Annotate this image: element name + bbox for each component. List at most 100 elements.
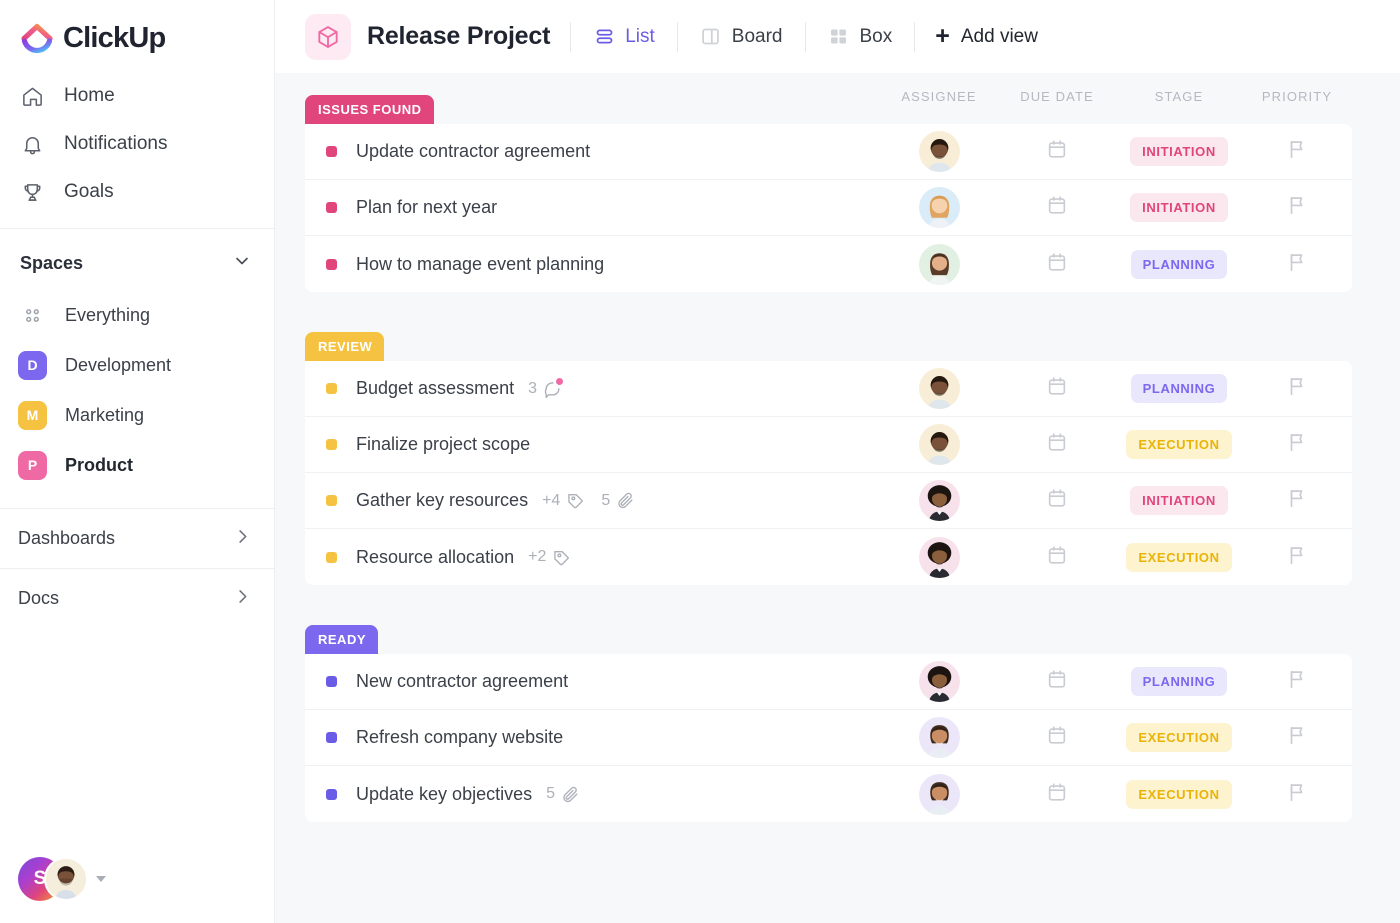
group-status-tag[interactable]: REVIEW — [305, 332, 384, 361]
task-main[interactable]: Plan for next year — [305, 197, 880, 218]
calendar-icon[interactable] — [1046, 668, 1068, 695]
table-row[interactable]: Budget assessment 3 — [305, 361, 1352, 417]
stage-cell[interactable]: PLANNING — [1116, 374, 1242, 403]
task-main[interactable]: Refresh company website — [305, 727, 880, 748]
attachment-count[interactable]: 5 — [601, 491, 635, 510]
avatar[interactable] — [919, 424, 960, 465]
table-row[interactable]: Update contractor agreement — [305, 124, 1352, 180]
avatar[interactable] — [919, 480, 960, 521]
status-badge[interactable]: EXECUTION — [1126, 723, 1231, 752]
assignee-cell[interactable] — [880, 717, 998, 758]
status-badge[interactable]: PLANNING — [1131, 250, 1228, 279]
avatar[interactable] — [919, 131, 960, 172]
status-badge[interactable]: EXECUTION — [1126, 543, 1231, 572]
table-row[interactable]: Finalize project scope — [305, 417, 1352, 473]
status-dot[interactable] — [326, 383, 337, 394]
due-date-cell[interactable] — [998, 668, 1116, 695]
chevron-down-icon[interactable] — [232, 251, 252, 276]
avatar[interactable] — [919, 537, 960, 578]
assignee-cell[interactable] — [880, 244, 998, 285]
due-date-cell[interactable] — [998, 375, 1116, 402]
attachment-count[interactable]: 5 — [546, 785, 580, 804]
status-badge[interactable]: EXECUTION — [1126, 430, 1231, 459]
stage-cell[interactable]: INITIATION — [1116, 137, 1242, 166]
status-dot[interactable] — [326, 789, 337, 800]
due-date-cell[interactable] — [998, 251, 1116, 278]
task-main[interactable]: Resource allocation +2 — [305, 547, 880, 568]
tab-board[interactable]: Board — [698, 22, 785, 52]
task-main[interactable]: Update contractor agreement — [305, 141, 880, 162]
status-dot[interactable] — [326, 202, 337, 213]
tab-list[interactable]: List — [591, 22, 657, 52]
calendar-icon[interactable] — [1046, 138, 1068, 165]
status-badge[interactable]: INITIATION — [1130, 193, 1228, 222]
stage-cell[interactable]: INITIATION — [1116, 193, 1242, 222]
assignee-cell[interactable] — [880, 537, 998, 578]
calendar-icon[interactable] — [1046, 544, 1068, 571]
due-date-cell[interactable] — [998, 724, 1116, 751]
status-badge[interactable]: PLANNING — [1131, 374, 1228, 403]
stage-cell[interactable]: EXECUTION — [1116, 430, 1242, 459]
sidebar-item-development[interactable]: D Development — [0, 340, 274, 390]
task-main[interactable]: Gather key resources +4 5 — [305, 490, 880, 511]
calendar-icon[interactable] — [1046, 487, 1068, 514]
flag-icon[interactable] — [1286, 431, 1308, 458]
priority-cell[interactable] — [1242, 138, 1352, 165]
table-row[interactable]: Gather key resources +4 5 — [305, 473, 1352, 529]
caret-down-icon[interactable] — [96, 876, 106, 882]
status-badge[interactable]: PLANNING — [1131, 667, 1228, 696]
status-badge[interactable]: INITIATION — [1130, 137, 1228, 166]
calendar-icon[interactable] — [1046, 724, 1068, 751]
tag-count[interactable]: +4 — [542, 491, 585, 510]
due-date-cell[interactable] — [998, 544, 1116, 571]
spaces-header[interactable]: Spaces — [0, 229, 274, 290]
assignee-cell[interactable] — [880, 187, 998, 228]
sidebar-item-everything[interactable]: Everything — [0, 290, 274, 340]
sidebar-item-product[interactable]: P Product — [0, 440, 274, 490]
task-main[interactable]: Budget assessment 3 — [305, 378, 880, 399]
table-row[interactable]: New contractor agreement — [305, 654, 1352, 710]
assignee-cell[interactable] — [880, 131, 998, 172]
due-date-cell[interactable] — [998, 781, 1116, 808]
assignee-cell[interactable] — [880, 774, 998, 815]
avatar[interactable] — [44, 857, 88, 901]
status-badge[interactable]: EXECUTION — [1126, 780, 1231, 809]
assignee-cell[interactable] — [880, 424, 998, 465]
status-dot[interactable] — [326, 259, 337, 270]
chevron-right-icon[interactable] — [233, 527, 252, 551]
status-dot[interactable] — [326, 552, 337, 563]
status-dot[interactable] — [326, 146, 337, 157]
avatar[interactable] — [919, 661, 960, 702]
group-status-tag[interactable]: READY — [305, 625, 378, 654]
flag-icon[interactable] — [1286, 194, 1308, 221]
due-date-cell[interactable] — [998, 138, 1116, 165]
priority-cell[interactable] — [1242, 251, 1352, 278]
table-row[interactable]: Resource allocation +2 — [305, 529, 1352, 585]
priority-cell[interactable] — [1242, 431, 1352, 458]
avatar[interactable] — [919, 244, 960, 285]
table-row[interactable]: How to manage event planning — [305, 236, 1352, 292]
flag-icon[interactable] — [1286, 487, 1308, 514]
assignee-cell[interactable] — [880, 480, 998, 521]
priority-cell[interactable] — [1242, 724, 1352, 751]
assignee-cell[interactable] — [880, 661, 998, 702]
flag-icon[interactable] — [1286, 138, 1308, 165]
flag-icon[interactable] — [1286, 375, 1308, 402]
status-dot[interactable] — [326, 439, 337, 450]
flag-icon[interactable] — [1286, 724, 1308, 751]
flag-icon[interactable] — [1286, 781, 1308, 808]
status-badge[interactable]: INITIATION — [1130, 486, 1228, 515]
priority-cell[interactable] — [1242, 487, 1352, 514]
stage-cell[interactable]: EXECUTION — [1116, 723, 1242, 752]
due-date-cell[interactable] — [998, 431, 1116, 458]
user-bar[interactable]: S — [0, 857, 274, 923]
tab-box[interactable]: Box — [826, 22, 895, 52]
sidebar-item-goals[interactable]: Goals — [0, 168, 274, 216]
table-row[interactable]: Refresh company website — [305, 710, 1352, 766]
task-main[interactable]: Update key objectives 5 — [305, 784, 880, 805]
task-main[interactable]: New contractor agreement — [305, 671, 880, 692]
add-view-button[interactable]: + Add view — [935, 24, 1038, 49]
brand-logo[interactable]: ClickUp — [0, 0, 274, 62]
sidebar-item-marketing[interactable]: M Marketing — [0, 390, 274, 440]
status-dot[interactable] — [326, 732, 337, 743]
